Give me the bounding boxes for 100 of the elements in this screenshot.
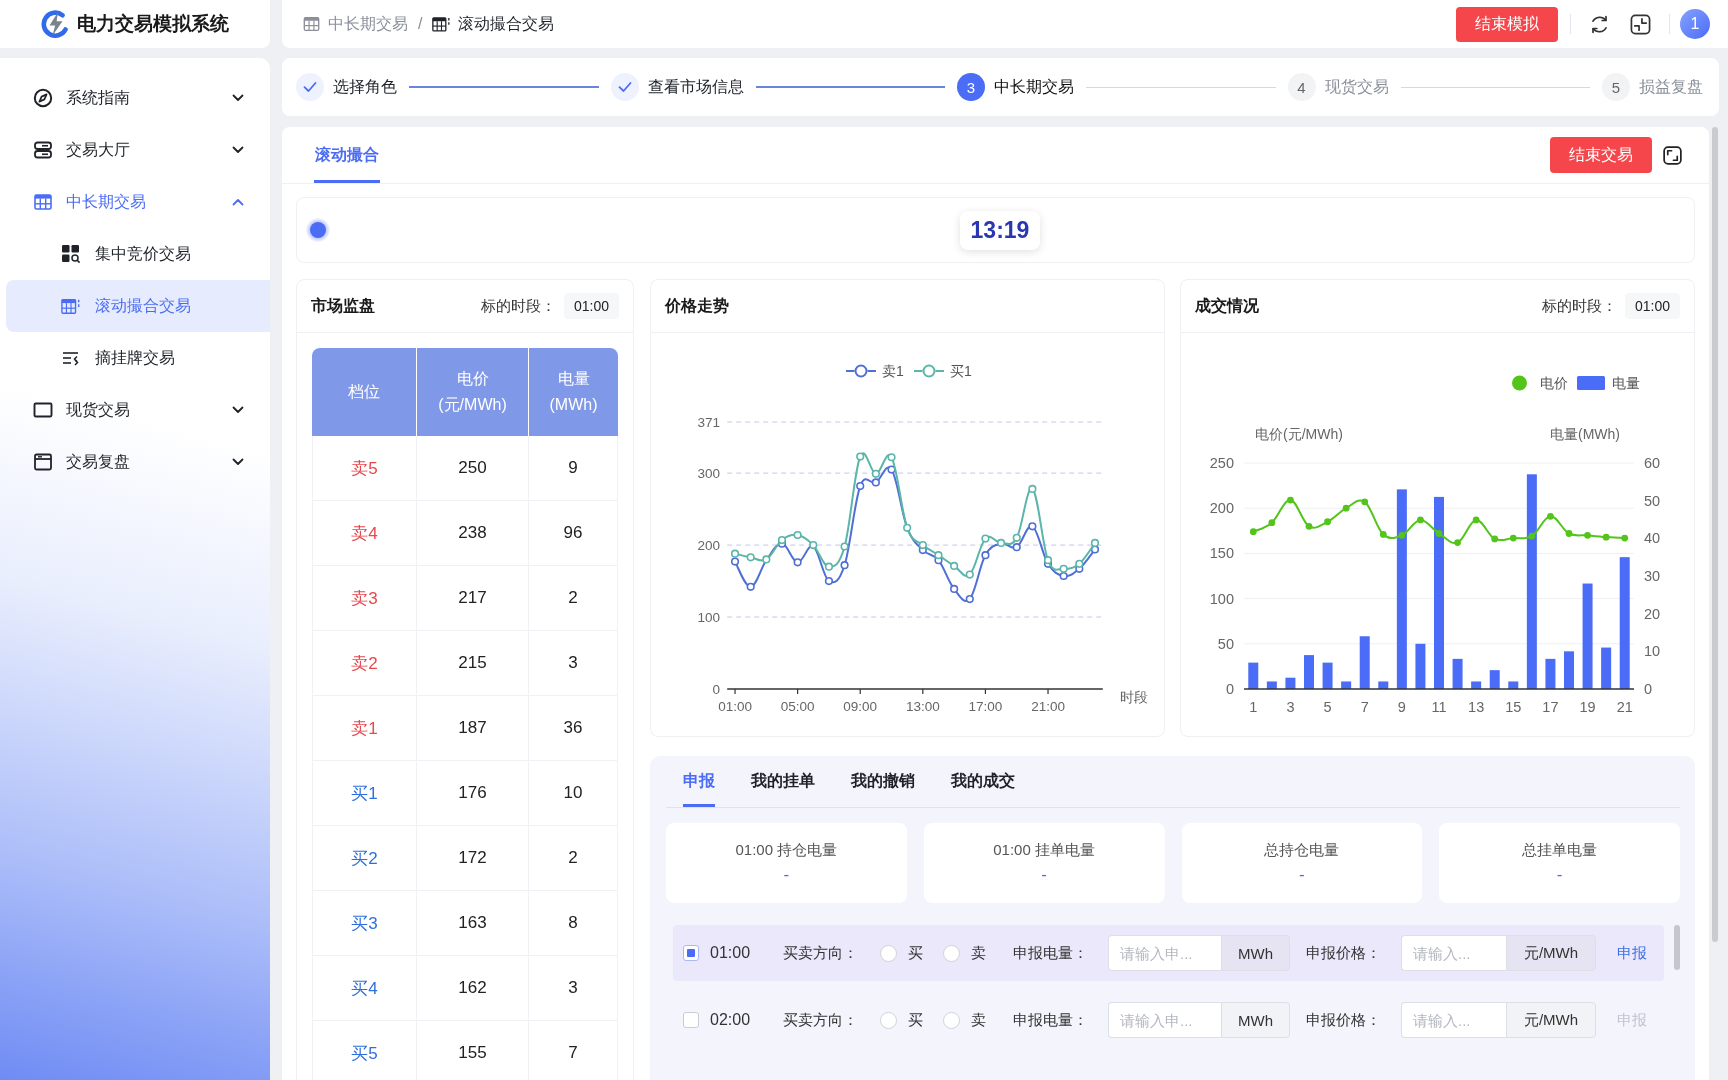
field-label: 买卖方向： xyxy=(783,1010,859,1030)
axis-tick-label: 150 xyxy=(1209,545,1234,562)
table-cell: 176 xyxy=(417,761,529,826)
axis-tick-label: 60 xyxy=(1644,455,1661,471)
field-label: 买卖方向： xyxy=(783,943,859,963)
axis-tick-label: 17 xyxy=(1542,699,1559,715)
axis-tick-label: 7 xyxy=(1360,699,1369,715)
table-cell: 96 xyxy=(529,501,618,566)
table-cell: 3 xyxy=(529,631,618,696)
period-label: 标的时段： xyxy=(1541,296,1617,316)
unit-label: 元/MWh xyxy=(1506,935,1596,971)
step-number: 5 xyxy=(1602,73,1630,101)
unit-label: MWh xyxy=(1221,935,1290,971)
breadcrumb-separator: / xyxy=(418,15,423,33)
step-label: 中长期交易 xyxy=(994,76,1074,97)
table-cell: 155 xyxy=(417,1021,529,1080)
table-cell: 7 xyxy=(529,1021,618,1080)
stat-label: 01:00 挂单电量 xyxy=(993,841,1095,860)
axis-tick-label: 0 xyxy=(1644,681,1653,697)
stat-value: - xyxy=(1556,865,1563,885)
axis-tick-label: 50 xyxy=(1217,635,1234,652)
legend-label: 买1 xyxy=(950,363,972,379)
period-label: 标的时段： xyxy=(480,296,556,316)
axis-tick-label: 200 xyxy=(697,538,720,554)
step-label: 损益复盘 xyxy=(1639,76,1703,97)
table-cell: 36 xyxy=(529,696,618,761)
step-label: 选择角色 xyxy=(333,76,397,97)
axis-tick-label: 100 xyxy=(697,610,720,626)
table-cell: 238 xyxy=(417,501,529,566)
axis-title: 电价(元/MWh) xyxy=(1255,426,1343,442)
table-cell: 3 xyxy=(529,956,618,1021)
axis-tick-label: 5 xyxy=(1323,699,1332,715)
unit-label: 元/MWh xyxy=(1506,1002,1596,1038)
table-cell: 163 xyxy=(417,891,529,956)
table-cell: 217 xyxy=(417,566,529,631)
option-label: 买 xyxy=(908,943,923,963)
axis-tick-label: 30 xyxy=(1644,568,1661,584)
axis-tick-label: 40 xyxy=(1644,530,1661,547)
axis-tick-label: 01:00 xyxy=(718,699,752,714)
field-label: 申报价格： xyxy=(1306,943,1382,963)
countdown-timer: 13:19 xyxy=(959,210,1041,250)
field-label: 申报电量： xyxy=(1013,943,1089,963)
panel-title: 成交情况 xyxy=(1195,295,1259,316)
table-cell: 买4 xyxy=(312,956,417,1021)
table-cell: 卖4 xyxy=(312,501,417,566)
stat-value: - xyxy=(783,865,790,885)
table-cell: 250 xyxy=(417,436,529,501)
axis-tick-label: 21 xyxy=(1616,699,1633,715)
axis-tick-label: 20 xyxy=(1644,605,1661,622)
table-cell: 162 xyxy=(417,956,529,1021)
legend-label: 电量 xyxy=(1612,375,1640,391)
axis-tick-label: 19 xyxy=(1579,699,1596,715)
axis-tick-label: 10 xyxy=(1644,643,1661,660)
table-cell: 卖1 xyxy=(312,696,417,761)
option-label: 卖 xyxy=(971,943,986,963)
table-cell: 卖5 xyxy=(312,436,417,501)
axis-tick-label: 13 xyxy=(1468,699,1485,715)
axis-tick-label: 371 xyxy=(697,415,720,430)
table-cell: 卖2 xyxy=(312,631,417,696)
app-title: 电力交易模拟系统 xyxy=(77,12,229,36)
table-cell: 8 xyxy=(529,891,618,956)
table-cell: 2 xyxy=(529,826,618,891)
axis-tick-label: 11 xyxy=(1431,699,1447,715)
table-cell: 172 xyxy=(417,826,529,891)
axis-tick-label: 200 xyxy=(1209,500,1234,517)
axis-tick-label: 21:00 xyxy=(1031,699,1065,714)
field-label: 申报电量： xyxy=(1013,1010,1089,1030)
period-time: 01:00 xyxy=(710,944,752,962)
option-label: 卖 xyxy=(971,1010,986,1030)
column-header: 档位 xyxy=(312,348,417,436)
panel-title: 市场监盘 xyxy=(311,295,375,316)
axis-tick-label: 05:00 xyxy=(780,699,815,714)
stat-value: - xyxy=(1299,865,1305,885)
period-value: 01:00 xyxy=(1624,293,1680,319)
axis-tick-label: 13:00 xyxy=(905,699,940,714)
table-cell: 卖3 xyxy=(312,566,417,631)
period-time: 02:00 xyxy=(710,1011,752,1029)
panel-title: 价格走势 xyxy=(665,295,729,316)
table-cell: 10 xyxy=(529,761,618,826)
axis-tick-label: 17:00 xyxy=(968,699,1003,714)
column-header: 电量 (MWh) xyxy=(529,348,618,436)
step-number: 3 xyxy=(957,73,985,101)
table-cell: 187 xyxy=(417,696,529,761)
field-label: 申报价格： xyxy=(1306,1010,1382,1030)
axis-tick-label: 0 xyxy=(712,682,720,697)
axis-tick-label: 15 xyxy=(1505,699,1522,715)
unit-label: MWh xyxy=(1221,1002,1290,1038)
step-label: 查看市场信息 xyxy=(647,76,744,97)
table-cell: 2 xyxy=(529,566,618,631)
axis-tick-label: 1 xyxy=(1249,699,1258,715)
stat-label: 01:00 持仓电量 xyxy=(735,841,838,860)
table-cell: 买1 xyxy=(312,761,417,826)
axis-tick-label: 300 xyxy=(697,466,720,482)
stat-label: 总持仓电量 xyxy=(1264,841,1340,860)
axis-title: 电量(MWh) xyxy=(1550,426,1620,442)
table-cell: 215 xyxy=(417,631,529,696)
axis-tick-label: 0 xyxy=(1225,681,1234,697)
axis-title: 时段 xyxy=(1120,689,1148,705)
legend-label: 电价 xyxy=(1540,375,1568,391)
axis-tick-label: 9 xyxy=(1397,699,1406,715)
